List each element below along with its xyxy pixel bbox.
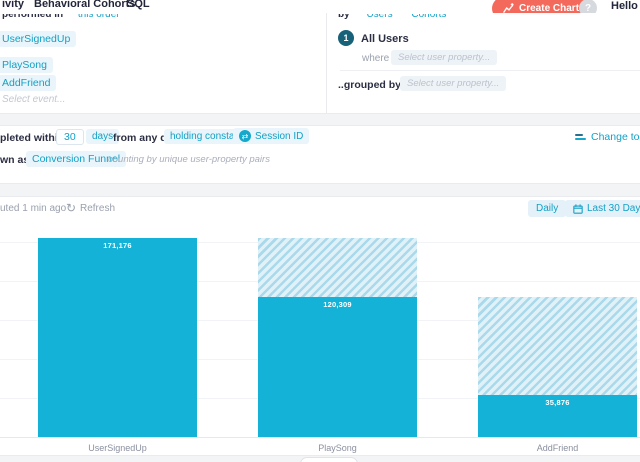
date-range-button[interactable]: Last 30 Days xyxy=(565,200,640,217)
where-label: where xyxy=(362,53,389,64)
event-step-1[interactable]: UserSignedUp xyxy=(0,31,76,47)
bar-value-label: 120,309 xyxy=(258,300,417,309)
computed-time-label: uted 1 min ago xyxy=(0,203,66,214)
daily-interval-button[interactable]: Daily xyxy=(528,200,566,217)
x-axis-baseline xyxy=(0,437,640,438)
select-event-placeholder[interactable]: Select event... xyxy=(2,94,65,105)
session-id-control[interactable]: ⇄ Session ID xyxy=(233,128,309,144)
bottom-control-pill[interactable] xyxy=(300,457,358,462)
segment-name[interactable]: All Users xyxy=(361,33,409,45)
where-property-input[interactable]: Select user property... xyxy=(391,50,497,65)
event-step-3[interactable]: AddFriend xyxy=(0,75,56,91)
funnel-bar-AddFriend[interactable]: 35,876 xyxy=(478,297,637,437)
app-screen: ivity Behavioral Cohorts SQL Create Char… xyxy=(0,0,640,462)
bar-value-label: 171,176 xyxy=(38,241,197,250)
drop-off-hatch xyxy=(478,297,637,395)
this-order-link[interactable]: this order xyxy=(78,14,120,20)
daily-label: Daily xyxy=(536,203,558,214)
grouped-by-label: ..grouped by xyxy=(338,79,401,91)
segment-step-number: 1 xyxy=(343,33,348,43)
session-icon: ⇄ xyxy=(239,130,251,142)
chart-card: uted 1 min ago ↻ Refresh Daily Last 30 D… xyxy=(0,197,640,455)
segment-divider xyxy=(340,70,640,71)
x-axis-label: AddFriend xyxy=(478,443,637,453)
change-ab-label: Change to AB Testing xyxy=(591,131,640,143)
x-axis-label: UserSignedUp xyxy=(38,443,197,453)
nav-item-activity[interactable]: ivity xyxy=(2,0,24,10)
counting-note: counting by unique user-property pairs xyxy=(108,154,270,165)
change-ab-link[interactable]: Change to AB Testing xyxy=(575,131,640,143)
query-modules: performed in this order UserSignedUp Pla… xyxy=(0,13,640,113)
funnel-settings: pleted within 30 days from any day holdi… xyxy=(0,126,640,183)
session-id-label: Session ID xyxy=(255,131,303,142)
nav-item-sql[interactable]: SQL xyxy=(127,0,150,10)
shown-as-label: wn as xyxy=(0,154,29,166)
calendar-icon xyxy=(573,204,583,214)
funnel-bar-PlaySong[interactable]: 120,309 xyxy=(258,238,417,437)
user-greeting[interactable]: Hello xyxy=(611,0,638,12)
drop-off-hatch xyxy=(258,238,417,297)
refresh-icon[interactable]: ↻ xyxy=(66,201,76,215)
spacer-band-1 xyxy=(0,113,640,126)
top-nav: ivity Behavioral Cohorts SQL Create Char… xyxy=(0,0,640,14)
segment-header-text: by xyxy=(338,14,350,20)
converted-segment: 35,876 xyxy=(478,395,637,437)
converted-segment: 171,176 xyxy=(38,238,197,437)
nav-item-behavioral-cohorts[interactable]: Behavioral Cohorts xyxy=(34,0,135,10)
completed-within-label: pleted within xyxy=(0,132,64,144)
conversion-window-value[interactable]: 30 xyxy=(56,129,84,145)
refresh-button[interactable]: Refresh xyxy=(80,203,115,214)
module-divider xyxy=(326,13,327,113)
question-icon: ? xyxy=(585,3,591,14)
segment-step-badge: 1 xyxy=(338,30,354,46)
funnel-bar-UserSignedUp[interactable]: 171,176 xyxy=(38,238,197,437)
events-header-text: performed in xyxy=(2,14,63,20)
segment-header-clipped: by Users Cohorts xyxy=(338,14,638,23)
event-step-2[interactable]: PlaySong xyxy=(0,57,53,73)
segment-tab-users[interactable]: Users xyxy=(366,14,392,20)
events-header-clipped: performed in this order xyxy=(2,14,322,23)
x-axis-label: PlaySong xyxy=(258,443,417,453)
bar-value-label: 35,876 xyxy=(478,398,637,407)
segment-tab-cohorts[interactable]: Cohorts xyxy=(411,14,446,20)
converted-segment: 120,309 xyxy=(258,297,417,437)
date-range-label: Last 30 Days xyxy=(587,203,640,214)
grouped-by-property-input[interactable]: Select user property... xyxy=(400,76,506,91)
spacer-band-2 xyxy=(0,183,640,197)
ab-test-icon xyxy=(575,134,586,140)
